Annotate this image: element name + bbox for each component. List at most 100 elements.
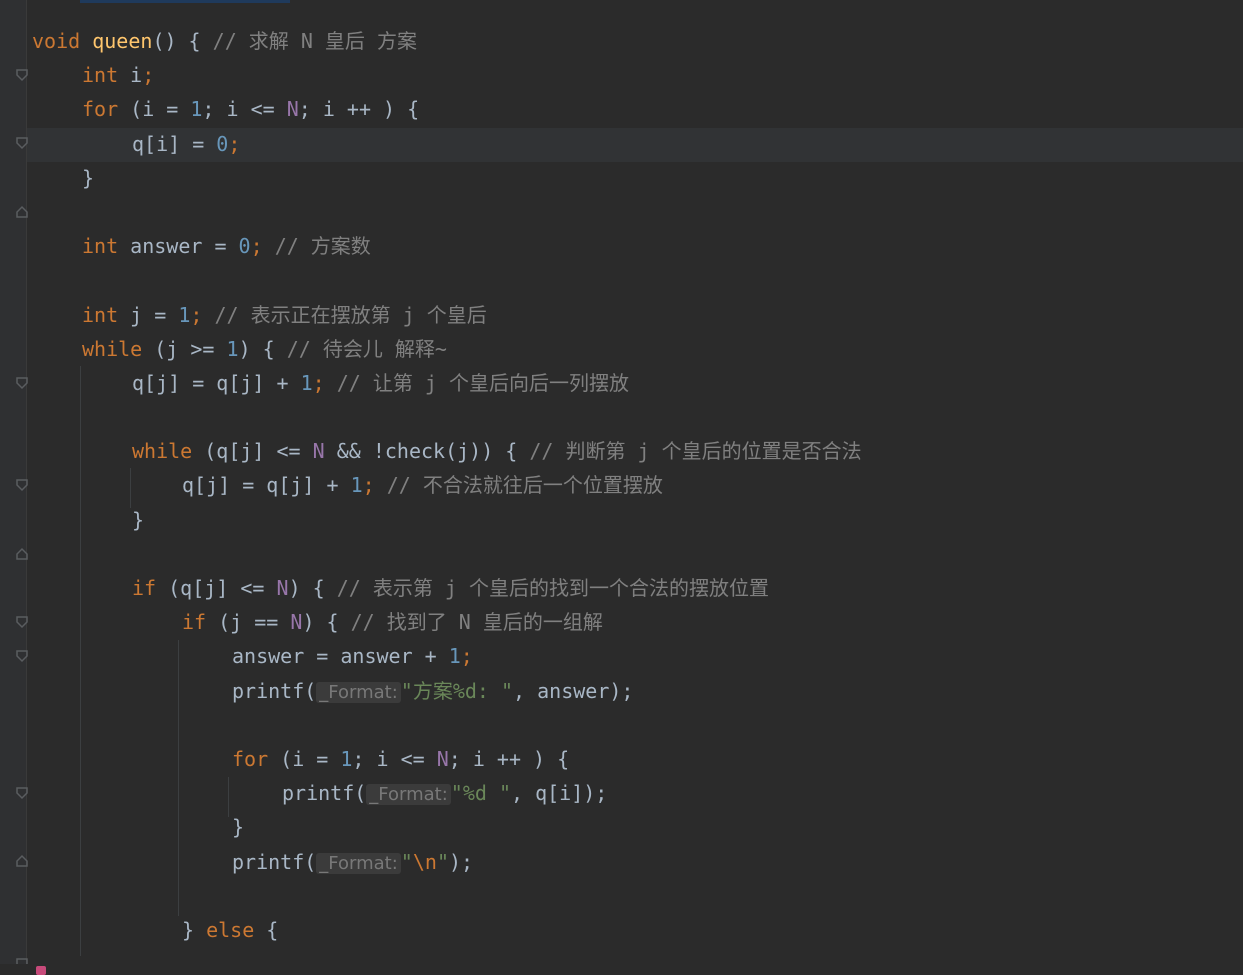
code-line: answer = answer + 1; xyxy=(0,639,1243,673)
code-token: printf( xyxy=(232,849,317,874)
code-line: while (q[j] <= N && !check(j)) { // 判断第 … xyxy=(0,434,1243,492)
code-token: int xyxy=(82,302,119,327)
code-token: ; i <= xyxy=(202,97,287,122)
code-token: (j >= xyxy=(142,336,227,361)
code-token: N xyxy=(290,610,303,635)
code-token: ; xyxy=(142,63,155,88)
code-editor[interactable]: void queen() { // 求解 N 皇后 方案 int i; for … xyxy=(0,0,1243,975)
status-strip xyxy=(0,964,1243,975)
code-token: void xyxy=(32,29,81,53)
code-comment: // 找到了 N 皇后的一组解 xyxy=(350,610,603,635)
code-token: ; i ++ ) { xyxy=(298,97,420,122)
code-escape: \n xyxy=(412,849,437,874)
code-line: if (j == N) { // 找到了 N 皇后的一组解 xyxy=(0,605,1243,663)
code-token: if xyxy=(132,576,157,600)
parameter-hint: _Format: xyxy=(316,681,401,703)
code-token: q[j] = q[j] + xyxy=(182,473,351,498)
code-token: while xyxy=(132,439,193,464)
code-token: } xyxy=(82,165,95,190)
code-comment: // 方案数 xyxy=(274,234,371,259)
code-token: ; xyxy=(250,234,275,259)
code-token: answer = xyxy=(118,234,239,259)
code-comment: // 表示正在摆放第 j 个皇后 xyxy=(214,302,487,327)
code-token: i xyxy=(118,63,143,88)
code-token: 0 xyxy=(238,234,251,259)
code-line: printf(_Format: "方案%d: ", answer); xyxy=(0,674,1243,708)
code-line: q[j] = q[j] + 1; // 让第 j 个皇后向后一列摆放 xyxy=(0,366,1243,400)
parameter-hint: _Format: xyxy=(366,784,451,806)
code-token: ; xyxy=(228,131,241,156)
code-token: } xyxy=(182,917,207,942)
code-token: 1 xyxy=(178,302,191,327)
code-string: "%d " xyxy=(450,781,512,806)
code-token: for xyxy=(82,97,119,122)
code-comment: // 不合法就往后一个位置摆放 xyxy=(386,473,663,498)
code-token: ; i ++ ) { xyxy=(448,746,570,771)
code-token: } xyxy=(132,507,145,532)
code-area[interactable]: void queen() { // 求解 N 皇后 方案 int i; for … xyxy=(0,24,1243,970)
code-token: ; i <= xyxy=(352,746,437,771)
code-token: N xyxy=(436,746,449,771)
code-token: j = xyxy=(118,302,179,327)
code-token: ); xyxy=(448,849,474,874)
tab-indicator xyxy=(80,0,290,3)
code-token: int xyxy=(82,234,119,259)
code-comment: // 让第 j 个皇后向后一列摆放 xyxy=(336,370,629,395)
code-token: 1 xyxy=(300,370,313,395)
code-line: } else { xyxy=(0,913,1243,970)
code-line: q[i] = 0; xyxy=(0,127,1243,161)
code-token: () { xyxy=(152,29,213,53)
code-token: 1 xyxy=(340,746,353,771)
code-line: q[j] = q[j] + 1; // 不合法就往后一个位置摆放 xyxy=(0,468,1243,502)
code-token: if xyxy=(182,610,207,635)
code-token: 1 xyxy=(226,336,239,361)
code-token: (q[j] <= xyxy=(192,439,313,464)
code-token: 1 xyxy=(448,644,461,669)
code-line: while (j >= 1) { // 待会儿 解释~ xyxy=(0,332,1243,389)
code-token: answer = answer + xyxy=(232,644,449,669)
code-string: " xyxy=(400,849,413,874)
file-type-icon xyxy=(36,966,46,975)
code-token: && !check(j)) { xyxy=(324,439,530,464)
code-line: if (q[j] <= N) { // 表示第 j 个皇后的找到一个合法的摆放位… xyxy=(0,571,1243,629)
code-string: "方案%d: " xyxy=(400,678,514,703)
code-token: ; xyxy=(362,473,387,498)
code-token: N xyxy=(276,576,289,600)
code-token: printf( xyxy=(232,678,317,703)
code-line: int answer = 0; // 方案数 xyxy=(0,229,1243,263)
code-line: } xyxy=(0,503,1243,560)
code-token: ; xyxy=(190,302,215,327)
code-token: N xyxy=(286,97,299,122)
code-token: (q[j] <= xyxy=(156,576,277,600)
code-token: printf( xyxy=(282,781,367,806)
code-token: q[j] = q[j] + xyxy=(132,370,301,395)
code-comment: // 待会儿 解释~ xyxy=(286,336,447,361)
code-string: " xyxy=(436,849,449,874)
code-token: else xyxy=(206,917,255,942)
code-token: ) { xyxy=(302,610,351,635)
code-token: (i = xyxy=(268,746,341,771)
code-token: , q[i]); xyxy=(511,781,608,806)
code-line: printf(_Format: "%d ", q[i]); xyxy=(0,776,1243,810)
code-token: 0 xyxy=(216,131,229,156)
code-token: (i = xyxy=(118,97,191,122)
code-token: 1 xyxy=(350,473,363,498)
code-comment: // 判断第 j 个皇后的位置是否合法 xyxy=(529,439,862,464)
code-token: q[i] = xyxy=(132,131,217,156)
code-token: } xyxy=(232,815,245,840)
code-token: ; xyxy=(460,644,473,669)
code-line: for (i = 1; i <= N; i ++ ) { xyxy=(0,92,1243,150)
code-line: } xyxy=(0,810,1243,868)
code-line: printf(_Format: "\n"); xyxy=(0,845,1243,879)
code-token: ) { xyxy=(288,576,337,600)
code-token: ; xyxy=(312,370,337,395)
code-comment: // 求解 N 皇后 方案 xyxy=(212,29,417,53)
code-line: int i; xyxy=(0,58,1243,92)
code-token: int xyxy=(82,63,119,88)
